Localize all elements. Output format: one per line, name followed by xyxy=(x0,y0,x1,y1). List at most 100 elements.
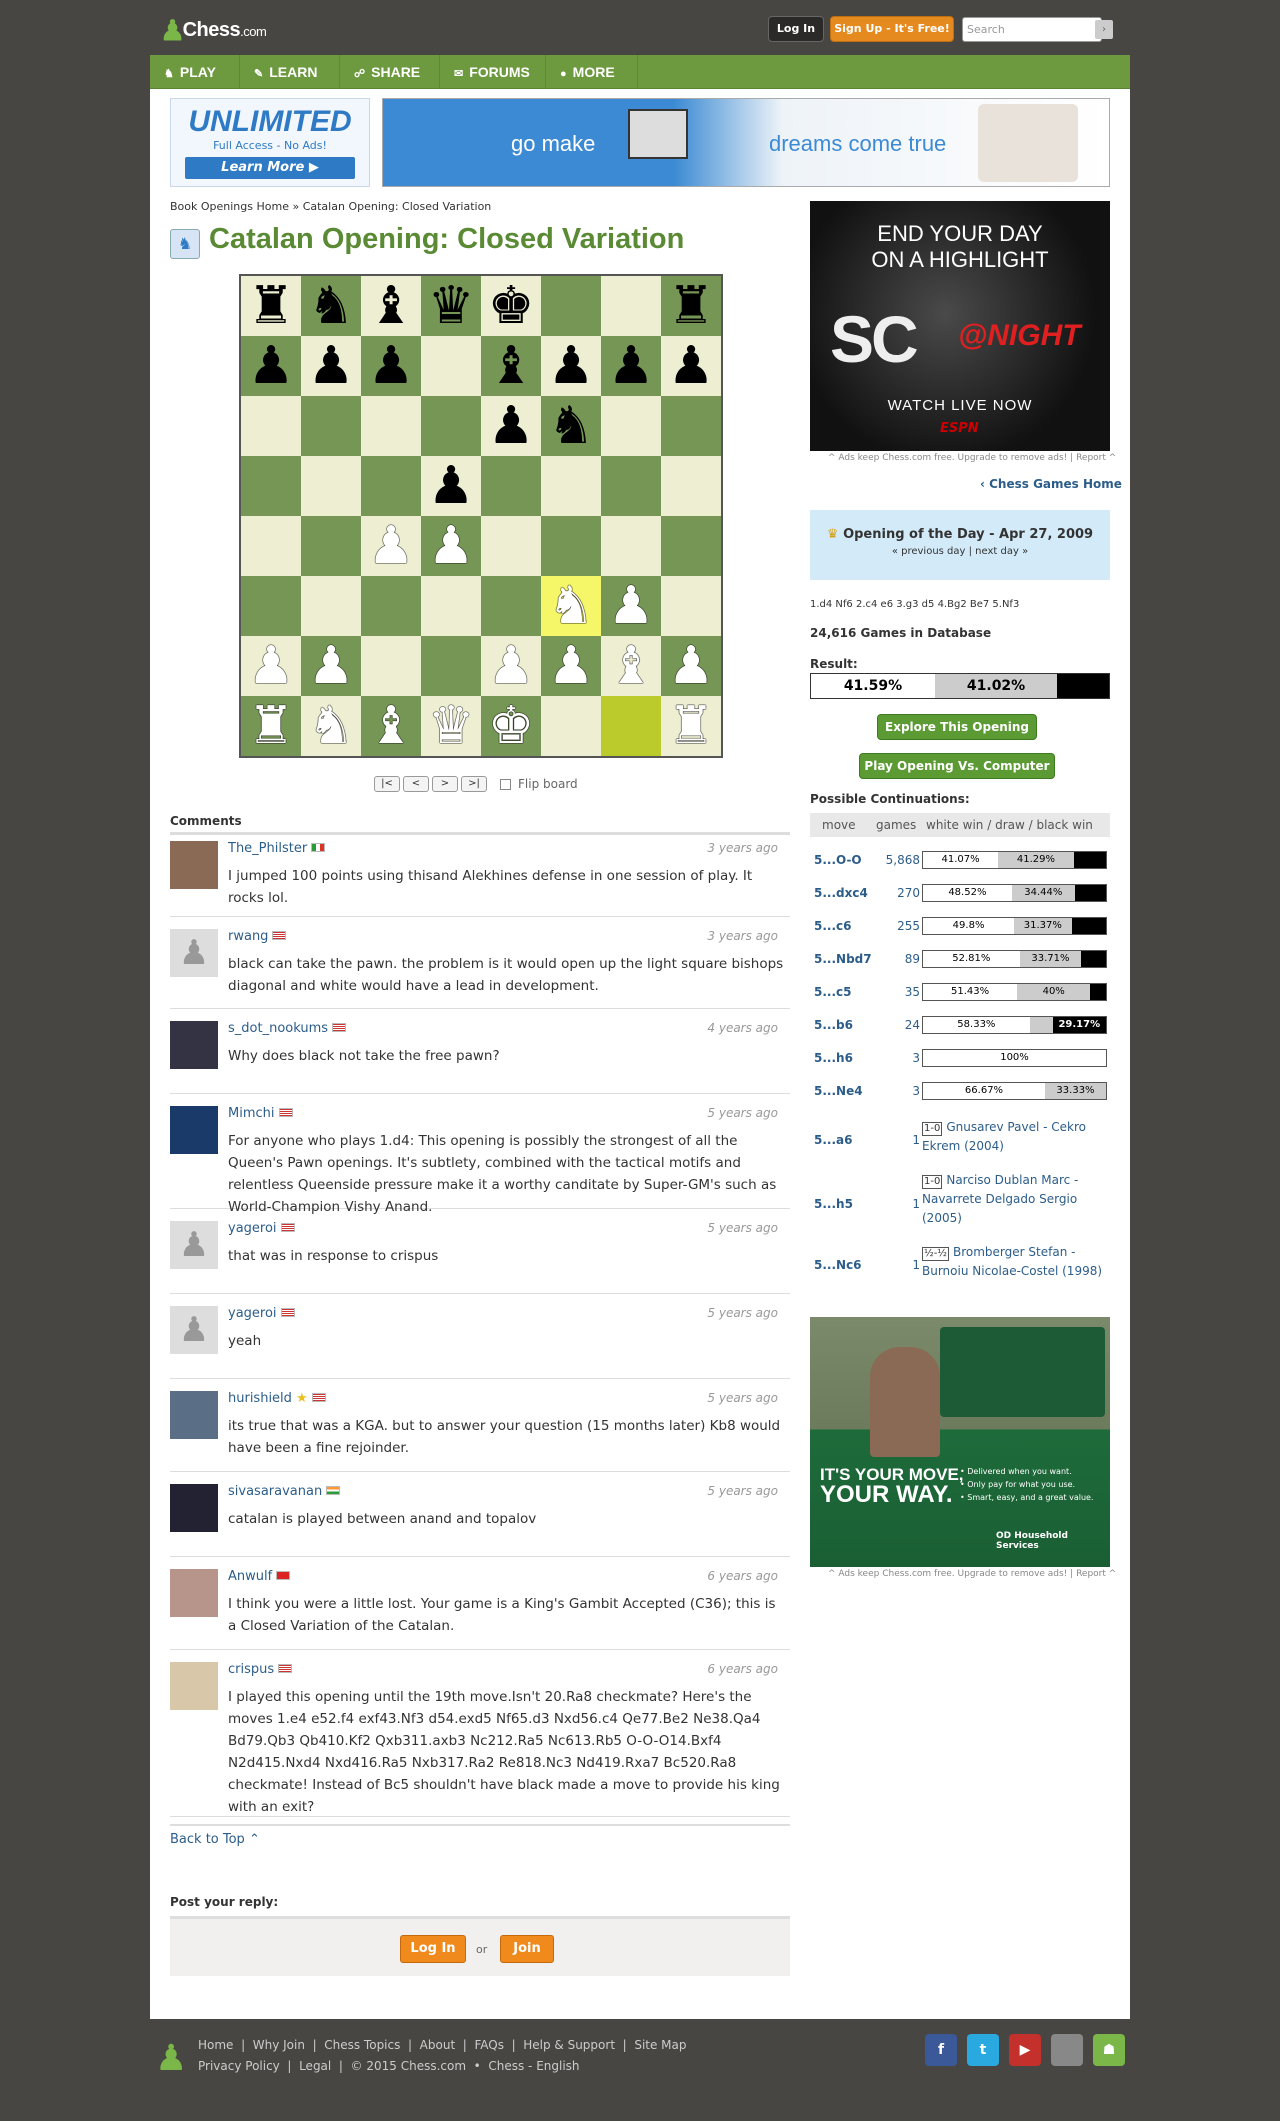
game-description[interactable]: Bromberger Stefan - Burnoiu Nicolae-Cost… xyxy=(922,1245,1102,1278)
avatar[interactable] xyxy=(170,1021,218,1069)
comment-username[interactable]: Mimchi xyxy=(228,1106,275,1121)
square-f7[interactable]: ♟ xyxy=(541,336,601,396)
square-b3[interactable] xyxy=(301,576,361,636)
comment-username[interactable]: The_Philster xyxy=(228,841,307,856)
square-a4[interactable] xyxy=(241,516,301,576)
white-pawn-icon[interactable]: ♟ xyxy=(488,636,535,696)
avatar[interactable] xyxy=(170,1484,218,1532)
black-bishop-icon[interactable]: ♝ xyxy=(488,336,535,396)
avatar[interactable] xyxy=(170,1569,218,1617)
square-d6[interactable] xyxy=(421,396,481,456)
ad-note-2[interactable]: ^ Ads keep Chess.com free. Upgrade to re… xyxy=(828,1569,1116,1579)
signup-button[interactable]: Sign Up - It's Free! xyxy=(830,16,954,42)
white-pawn-icon[interactable]: ♟ xyxy=(548,636,595,696)
avatar[interactable]: ♟ xyxy=(170,1306,218,1354)
twitter-icon[interactable]: t xyxy=(967,2034,999,2066)
square-g1[interactable] xyxy=(601,696,661,756)
continuation-row[interactable]: 5...c5 35 51.43% 40% xyxy=(810,983,1110,1015)
nav-play[interactable]: ♞ PLAY xyxy=(150,55,240,89)
white-pawn-icon[interactable]: ♟ xyxy=(608,576,655,636)
square-e5[interactable] xyxy=(481,456,541,516)
white-knight-icon[interactable]: ♞ xyxy=(308,696,355,756)
breadcrumb[interactable]: Book Openings Home » Catalan Opening: Cl… xyxy=(170,200,491,213)
continuation-move[interactable]: 5...Nc6 xyxy=(814,1256,862,1274)
square-b6[interactable] xyxy=(301,396,361,456)
prev-move-button[interactable]: < xyxy=(403,776,429,792)
continuation-row[interactable]: 5...c6 255 49.8% 31.37% xyxy=(810,917,1110,949)
game-description[interactable]: Narciso Dublan Marc - Navarrete Delgado … xyxy=(922,1173,1078,1225)
square-h5[interactable] xyxy=(661,456,721,516)
white-pawn-icon[interactable]: ♟ xyxy=(428,516,475,576)
white-knight-icon[interactable]: ♞ xyxy=(548,576,595,636)
square-d1[interactable]: ♛ xyxy=(421,696,481,756)
square-g4[interactable] xyxy=(601,516,661,576)
square-g6[interactable] xyxy=(601,396,661,456)
square-f6[interactable]: ♞ xyxy=(541,396,601,456)
continuation-move[interactable]: 5...Nbd7 xyxy=(814,950,872,968)
reply-login-button[interactable]: Log In xyxy=(400,1935,466,1963)
square-d8[interactable]: ♛ xyxy=(421,276,481,336)
play-vs-computer-button[interactable]: Play Opening Vs. Computer xyxy=(859,753,1055,779)
black-pawn-icon[interactable]: ♟ xyxy=(428,456,475,516)
comment-user[interactable]: s_dot_nookums xyxy=(228,1021,347,1036)
square-f4[interactable] xyxy=(541,516,601,576)
continuation-move[interactable]: 5...c6 xyxy=(814,917,852,935)
avatar[interactable] xyxy=(170,841,218,889)
comment-username[interactable]: s_dot_nookums xyxy=(228,1021,328,1036)
comment-username[interactable]: sivasaravanan xyxy=(228,1484,322,1499)
single-game-link[interactable]: ½-½ Bromberger Stefan - Burnoiu Nicolae-C… xyxy=(922,1243,1107,1281)
comment-user[interactable]: The_Philster xyxy=(228,841,326,856)
black-pawn-icon[interactable]: ♟ xyxy=(548,336,595,396)
ad-note[interactable]: ^ Ads keep Chess.com free. Upgrade to re… xyxy=(828,453,1116,463)
next-move-button[interactable]: > xyxy=(432,776,458,792)
white-pawn-icon[interactable]: ♟ xyxy=(368,516,415,576)
explore-opening-button[interactable]: Explore This Opening xyxy=(877,714,1037,740)
single-game-link[interactable]: 1-0 Narciso Dublan Marc - Navarrete Delga… xyxy=(922,1171,1107,1228)
white-rook-icon[interactable]: ♜ xyxy=(668,696,715,756)
continuation-row[interactable]: 5...b6 24 58.33% 29.17% xyxy=(810,1016,1110,1048)
square-g7[interactable]: ♟ xyxy=(601,336,661,396)
avatar[interactable]: ♟ xyxy=(170,1221,218,1269)
search-submit-icon[interactable]: › xyxy=(1095,20,1113,39)
comment-username[interactable]: rwang xyxy=(228,929,268,944)
black-pawn-icon[interactable]: ♟ xyxy=(488,396,535,456)
continuation-move[interactable]: 5...h5 xyxy=(814,1195,853,1213)
footer-legal[interactable]: Privacy Policy | Legal | © 2015 Chess.co… xyxy=(198,2059,580,2073)
unlimited-ad[interactable]: UNLIMITED Full Access - No Ads! Learn Mo… xyxy=(170,98,370,187)
android-icon[interactable]: ☗ xyxy=(1093,2034,1125,2066)
square-c1[interactable]: ♝ xyxy=(361,696,421,756)
comment-user[interactable]: Anwulf xyxy=(228,1569,291,1584)
square-d5[interactable]: ♟ xyxy=(421,456,481,516)
continuation-row[interactable]: 5...Nc6 1 ½-½ Bromberger Stefan - Burnoiu N… xyxy=(810,1243,1110,1287)
chess-board[interactable]: ♜ ♞ ♝ ♛ ♚ ♜ ♟ ♟ ♟ ♝ ♟ ♟ ♟ ♟ ♞ ♟ ♟ ♟ ♞ ♟ ♟ ♟ ♟ ♟ ♝ ♟ ♜ ♞ ♝ ♛ ♚ ♜ xyxy=(239,274,723,758)
comment-user[interactable]: hurishield ★ xyxy=(228,1391,326,1406)
chess-games-home-link[interactable]: ‹ Chess Games Home xyxy=(980,477,1122,491)
square-b5[interactable] xyxy=(301,456,361,516)
chess-logo[interactable]: ♟Chess.com xyxy=(160,14,267,47)
white-pawn-icon[interactable]: ♟ xyxy=(308,636,355,696)
single-game-link[interactable]: 1-0 Gnusarev Pavel - Cekro Ekrem (2004) xyxy=(922,1118,1107,1156)
first-move-button[interactable]: |< xyxy=(374,776,400,792)
square-c3[interactable] xyxy=(361,576,421,636)
banner-ad[interactable]: ▷ go make dreams come true xyxy=(382,98,1110,187)
square-e3[interactable] xyxy=(481,576,541,636)
square-g2[interactable]: ♝ xyxy=(601,636,661,696)
avatar[interactable] xyxy=(170,1106,218,1154)
search-input[interactable]: Search xyxy=(962,17,1102,42)
continuation-row[interactable]: 5...O-O 5,868 41.07% 41.29% xyxy=(810,851,1110,883)
black-queen-icon[interactable]: ♛ xyxy=(428,276,475,336)
comment-user[interactable]: crispus xyxy=(228,1662,293,1677)
continuation-move[interactable]: 5...c5 xyxy=(814,983,852,1001)
login-button[interactable]: Log In xyxy=(768,16,824,42)
continuation-move[interactable]: 5...b6 xyxy=(814,1016,853,1034)
nav-learn[interactable]: ✎ LEARN xyxy=(240,55,340,89)
square-f5[interactable] xyxy=(541,456,601,516)
youtube-icon[interactable]: ▶ xyxy=(1009,2034,1041,2066)
continuation-move[interactable]: 5...h6 xyxy=(814,1049,853,1067)
comment-user[interactable]: yageroi xyxy=(228,1306,295,1321)
comment-user[interactable]: sivasaravanan xyxy=(228,1484,341,1499)
square-c2[interactable] xyxy=(361,636,421,696)
continuation-move[interactable]: 5...Ne4 xyxy=(814,1082,863,1100)
white-bishop-icon[interactable]: ♝ xyxy=(368,696,415,756)
square-a3[interactable] xyxy=(241,576,301,636)
